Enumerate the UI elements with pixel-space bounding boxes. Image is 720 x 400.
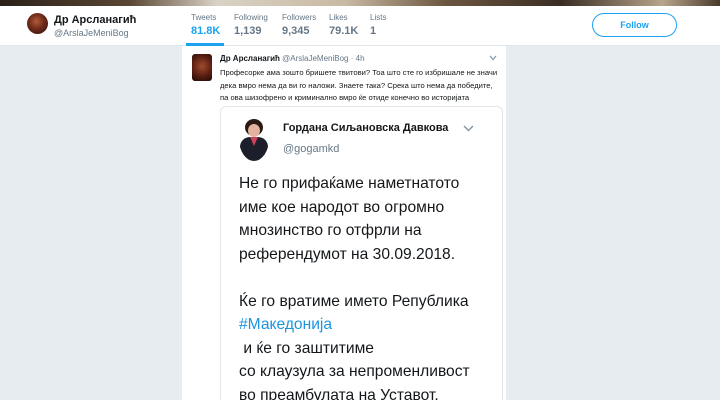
embedded-text-line: Не го прифаќаме наметнатото [239, 175, 460, 192]
embedded-text-line: мнозинство го отфрли на [239, 222, 422, 239]
embedded-author-handle: @gogamkd [283, 143, 340, 155]
tweet-text-line: Професорке ама зошто бришете твитови? То… [220, 68, 498, 77]
hashtag-link: #Македонија [239, 316, 333, 333]
profile-avatar[interactable] [27, 13, 48, 34]
stat-following-value: 1,139 [234, 25, 262, 37]
embedded-tweet-screenshot[interactable]: Гордана Сиљановска Давкова @gogamkd Не г… [220, 106, 503, 400]
tweet-text: Професорке ама зошто бришете твитови? То… [220, 67, 500, 105]
profile-nav-bar: Др Арсланагиħ @ArslaJeMeniBog Tweets 81.… [0, 6, 720, 46]
chevron-down-icon [463, 125, 474, 132]
embedded-text-line: референдумот на 30.09.2018. [239, 245, 456, 263]
stat-following[interactable]: Following 1,139 [234, 13, 268, 37]
embedded-text-line: во преамбулата на Уставот. [239, 386, 439, 400]
embedded-author-avatar [239, 117, 269, 161]
tweet-timestamp[interactable]: 4h [356, 54, 365, 63]
embedded-text-line: со клаузула за непроменливост [239, 363, 470, 380]
tweet-text-line: дека вмро нема да ви го наложи. Знаете т… [220, 80, 493, 90]
tweet-card[interactable]: Др Арсланагиħ @ArslaJeMeniBog · 4h Профе… [182, 46, 506, 400]
tweet-text-line: па ова шизофрено и криминално вмро ќе от… [220, 93, 470, 102]
embedded-author-name: Гордана Сиљановска Давкова [283, 122, 449, 134]
stat-tweets-label: Tweets [191, 13, 217, 22]
tweet-separator: · [350, 54, 354, 63]
embedded-text-line: #Македонија и ќе го заштитиме [239, 313, 499, 360]
follow-button[interactable]: Follow [592, 13, 677, 37]
stat-lists-label: Lists [370, 13, 387, 22]
stat-likes-value: 79.1K [329, 25, 359, 37]
embedded-text-line: име кое народот во огромно [239, 198, 445, 216]
stat-lists[interactable]: Lists 1 [370, 13, 386, 37]
stat-likes[interactable]: Likes 79.1K [329, 13, 358, 37]
stat-followers[interactable]: Followers 9,345 [282, 13, 316, 37]
stat-followers-value: 9,345 [282, 25, 310, 37]
stat-likes-label: Likes [329, 13, 348, 22]
profile-handle[interactable]: @ArslaJeMeniBog [54, 28, 129, 38]
tweet-header: Др Арсланагиħ @ArslaJeMeniBog · 4h [220, 54, 365, 63]
embedded-tweet-text: Не го прифаќаме наметнатото име кое наро… [239, 172, 499, 400]
embedded-text-line: Ќе го вратиме името Република [239, 292, 469, 310]
chevron-down-icon[interactable] [489, 55, 497, 61]
stat-tweets-value: 81.8K [191, 25, 221, 37]
embedded-text-fragment: и ќе го заштитиме [239, 339, 374, 357]
stat-following-label: Following [234, 13, 268, 22]
stat-lists-value: 1 [370, 25, 377, 37]
profile-name[interactable]: Др Арсланагиħ [54, 14, 136, 26]
tweet-author-handle[interactable]: @ArslaJeMeniBog [282, 54, 348, 63]
tweet-author-avatar[interactable] [192, 54, 212, 81]
stat-followers-label: Followers [282, 13, 317, 22]
stat-tweets[interactable]: Tweets 81.8K [191, 13, 220, 37]
tweet-author-name[interactable]: Др Арсланагиħ [220, 54, 280, 63]
